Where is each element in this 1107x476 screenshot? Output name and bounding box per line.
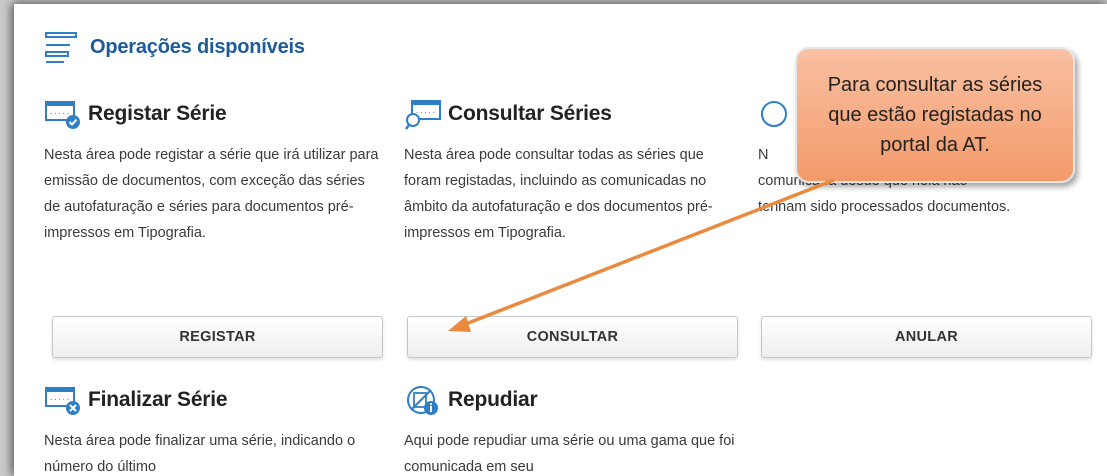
annotation-arrow [448, 178, 835, 332]
operations-panel: Operações disponíveis ····· Registar Sér… [14, 4, 1107, 476]
